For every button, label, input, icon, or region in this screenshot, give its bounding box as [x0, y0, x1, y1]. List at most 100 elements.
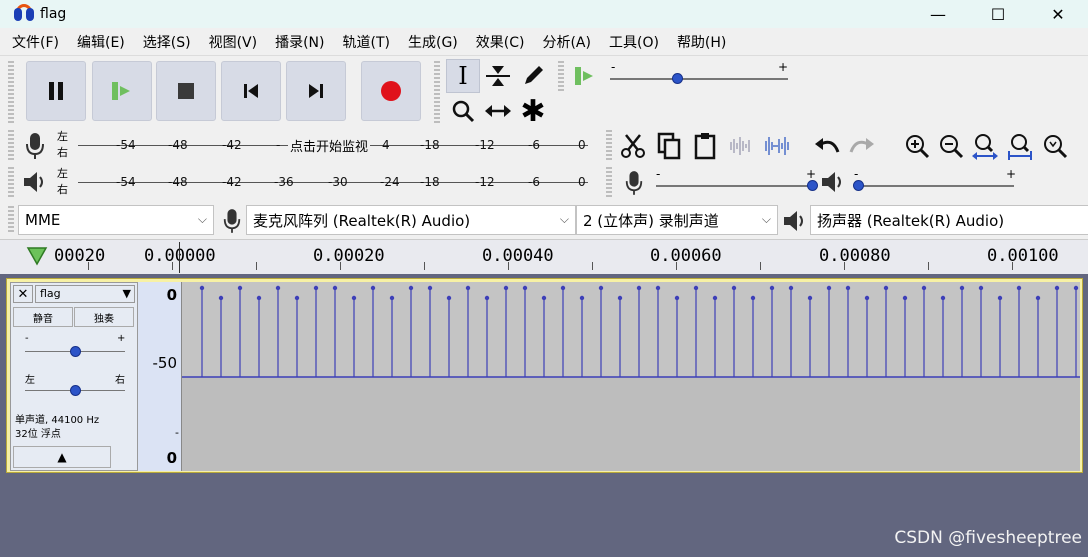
magnifier-icon [452, 100, 475, 123]
menu-select[interactable]: 选择(S) [143, 32, 191, 52]
redo-button[interactable] [845, 129, 879, 163]
collapse-track-button[interactable]: ▲ [13, 446, 111, 468]
play-icon [112, 82, 130, 100]
timeline-tick [844, 262, 845, 270]
stop-button[interactable] [156, 61, 216, 121]
play-volume-slider[interactable] [856, 185, 1014, 187]
input-channels-value: 2 (立体声) 录制声道 [583, 211, 719, 230]
copy-button[interactable] [652, 129, 686, 163]
play-tick: -12 [475, 175, 495, 189]
pause-button[interactable] [26, 61, 86, 121]
pause-icon [47, 82, 65, 100]
zoom-in-button[interactable] [900, 129, 934, 163]
timeline-tick [1012, 262, 1013, 270]
play-at-speed-button[interactable] [568, 59, 602, 93]
mute-button[interactable]: 静音 [13, 307, 73, 327]
clipboard-icon [694, 133, 716, 160]
speaker-icon [24, 172, 43, 192]
timeline-tick [424, 262, 425, 270]
mixer-toolbar-grip[interactable] [606, 167, 612, 197]
record-button[interactable] [361, 61, 421, 121]
cut-button[interactable] [616, 129, 650, 163]
play-tick: -42 [222, 175, 242, 189]
audio-host-select[interactable]: MME ⌵ [18, 205, 214, 235]
zoom-toggle-button[interactable] [1038, 129, 1072, 163]
close-button[interactable]: ✕ [1028, 0, 1088, 28]
record-volume-slider[interactable] [656, 185, 812, 187]
track-bit-depth-info: 32位 浮点 [15, 429, 61, 440]
skip-to-end-button[interactable] [286, 61, 346, 121]
menu-view[interactable]: 视图(V) [209, 32, 258, 52]
menu-effect[interactable]: 效果(C) [476, 32, 525, 52]
play-head-triangle-icon[interactable] [26, 246, 48, 266]
menu-tracks[interactable]: 轨道(T) [343, 32, 390, 52]
envelope-tool[interactable] [481, 59, 515, 93]
input-device-select[interactable]: 麦克风阵列 (Realtek(R) Audio) ⌵ [246, 205, 576, 235]
timeline-ruler[interactable]: 00020 0.00000 0.00020 0.00040 0.00060 0.… [0, 239, 1088, 274]
zoom-tool[interactable] [446, 94, 480, 128]
menu-edit[interactable]: 编辑(E) [77, 32, 125, 52]
play-tick: -36 [274, 175, 294, 189]
playback-speed-slider[interactable] [610, 78, 788, 80]
multi-tool[interactable]: ✱ [516, 94, 550, 129]
fit-project-button[interactable] [1003, 129, 1037, 163]
record-meter[interactable]: 左 右 -54 -48 -42 - 4 -18 -12 -6 0 点击开始监视 [0, 128, 600, 162]
menu-analyze[interactable]: 分析(A) [542, 32, 591, 52]
speed-toolbar-grip[interactable] [558, 61, 564, 93]
time-shift-tool[interactable] [481, 94, 515, 128]
menu-file[interactable]: 文件(F) [12, 32, 59, 52]
play-tick: -48 [168, 175, 188, 189]
menu-generate[interactable]: 生成(G) [408, 32, 458, 52]
ruler-label-mid: -50 [152, 354, 178, 372]
track-control-panel[interactable]: ✕ flag ▼ 静音 独奏 - + 左 右 单声道, 44100 Hz 32位… [10, 282, 138, 471]
trim-icon [730, 137, 750, 155]
envelope-icon [486, 66, 510, 86]
track-close-button[interactable]: ✕ [13, 285, 33, 303]
trim-audio-button[interactable] [724, 129, 758, 163]
pan-slider-thumb[interactable] [70, 385, 81, 396]
gain-slider-thumb[interactable] [70, 346, 81, 357]
undo-button[interactable] [810, 129, 844, 163]
record-tick: -48 [168, 138, 188, 152]
solo-button[interactable]: 独奏 [74, 307, 134, 327]
silence-audio-button[interactable] [760, 129, 794, 163]
edit-toolbar-grip[interactable] [606, 130, 612, 162]
maximize-button[interactable]: ☐ [968, 0, 1028, 28]
input-device-value: 麦克风阵列 (Realtek(R) Audio) [253, 211, 471, 230]
zoom-out-button[interactable] [934, 129, 968, 163]
input-channels-select[interactable]: 2 (立体声) 录制声道 ⌵ [576, 205, 778, 235]
device-toolbar-grip[interactable] [8, 206, 14, 234]
play-volume-thumb[interactable] [853, 180, 864, 191]
minimize-button[interactable]: — [908, 0, 968, 28]
vertical-ruler[interactable]: 0 -50 - 0 [138, 282, 182, 471]
menu-tools[interactable]: 工具(O) [609, 32, 659, 52]
paste-button[interactable] [688, 129, 722, 163]
skip-to-start-button[interactable] [221, 61, 281, 121]
record-volume-thumb[interactable] [807, 180, 818, 191]
start-monitoring-hint[interactable]: 点击开始监视 [288, 136, 371, 155]
input-device-mic-icon [223, 209, 241, 233]
fit-selection-button[interactable] [968, 129, 1002, 163]
transport-toolbar-grip[interactable] [8, 61, 14, 125]
output-device-select[interactable]: 扬声器 (Realtek(R) Audio) [810, 205, 1088, 235]
timeline-tick [340, 262, 341, 270]
play-button[interactable] [92, 61, 152, 121]
window-title: flag [40, 6, 67, 22]
playback-speed-thumb[interactable] [672, 73, 684, 84]
timeline-label: 00020 [54, 246, 106, 266]
selection-tool[interactable]: I [446, 59, 480, 93]
play-meter[interactable]: 左 右 -54 -48 -42 -36 -30 -24 -18 -12 -6 0 [0, 165, 600, 199]
speed-min-label: - [611, 60, 616, 74]
draw-tool[interactable] [516, 59, 550, 93]
menu-help[interactable]: 帮助(H) [677, 32, 726, 52]
record-volume-icon [625, 171, 643, 195]
menu-transport[interactable]: 播录(N) [275, 32, 324, 52]
track-name-menu[interactable]: flag ▼ [35, 285, 135, 303]
device-toolbar: MME ⌵ 麦克风阵列 (Realtek(R) Audio) ⌵ 2 (立体声)… [0, 202, 1088, 238]
tools-toolbar-grip[interactable] [434, 61, 440, 125]
silence-icon [765, 137, 789, 155]
waveform-view[interactable] [182, 282, 1080, 471]
track-area[interactable]: ✕ flag ▼ 静音 独奏 - + 左 右 单声道, 44100 Hz 32位… [0, 274, 1088, 557]
redo-icon [849, 138, 874, 153]
audio-track[interactable]: ✕ flag ▼ 静音 独奏 - + 左 右 单声道, 44100 Hz 32位… [6, 278, 1083, 473]
